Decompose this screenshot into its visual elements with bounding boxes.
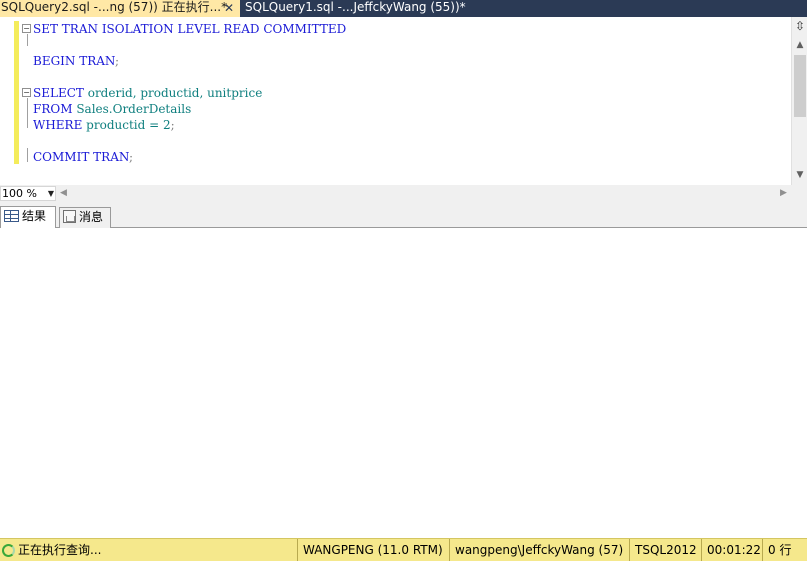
code-keyword: BEGIN TRAN <box>33 54 115 68</box>
code-punct: ; <box>170 118 175 132</box>
scroll-thumb[interactable] <box>794 55 806 117</box>
tab-results[interactable]: 结果 <box>0 206 56 228</box>
code-punct: ; <box>115 54 120 68</box>
results-pane[interactable] <box>0 229 807 538</box>
scroll-up-icon[interactable]: ▲ <box>794 39 806 51</box>
code-keyword: WHERE <box>33 118 83 132</box>
zoom-bar: 100 % ▼ ◀ ▶ <box>0 185 807 202</box>
tab-label: SQLQuery1.sql -...JeffckyWang (55))* <box>245 0 466 14</box>
code-line-9: COMMIT TRAN; <box>33 149 133 165</box>
query-editor[interactable]: − − SET TRAN ISOLATION LEVEL READ COMMIT… <box>0 17 807 185</box>
code-text: productid = 2 <box>82 118 171 132</box>
results-tabstrip: 结果 消息 <box>0 202 807 228</box>
code-keyword: SET TRAN ISOLATION LEVEL READ COMMITTED <box>33 22 347 36</box>
status-text: 正在执行查询... <box>18 543 102 557</box>
status-user: wangpeng\JeffckyWang (57) <box>449 539 629 561</box>
outline-line <box>27 148 28 162</box>
document-tabstrip: SQLQuery2.sql -...ng (57)) 正在执行...* ✕ SQ… <box>0 0 807 17</box>
editor-vertical-scrollbar[interactable]: ⇳ ▲ ▼ <box>791 17 807 185</box>
code-punct: ; <box>128 150 133 164</box>
outline-line <box>27 34 28 46</box>
split-icon[interactable]: ⇳ <box>794 20 806 34</box>
code-object: Sales.OrderDetails <box>72 102 192 116</box>
code-line-6: FROM Sales.OrderDetails <box>33 101 191 117</box>
close-icon[interactable]: ✕ <box>222 1 236 15</box>
outline-line <box>27 98 28 128</box>
code-text: orderid, productid, unitprice <box>83 86 263 100</box>
collapse-icon[interactable]: − <box>22 88 31 97</box>
code-keyword: FROM <box>33 102 73 116</box>
change-indicator-bar <box>14 21 19 164</box>
status-bar: 正在执行查询... WANGPENG (11.0 RTM) wangpeng\J… <box>0 538 807 561</box>
code-keyword: SELECT <box>33 86 84 100</box>
message-icon <box>63 210 76 223</box>
code-line-7: WHERE productid = 2; <box>33 117 175 133</box>
tab-messages-label: 消息 <box>79 210 104 224</box>
zoom-select[interactable]: 100 % ▼ <box>0 186 56 201</box>
code-line-5: SELECT orderid, productid, unitprice <box>33 85 262 101</box>
status-elapsed: 00:01:22 <box>701 539 762 561</box>
grid-icon <box>4 210 19 222</box>
tab-messages[interactable]: 消息 <box>59 207 111 228</box>
tab-sqlquery1[interactable]: SQLQuery1.sql -...JeffckyWang (55))* <box>241 0 541 17</box>
collapse-icon[interactable]: − <box>22 24 31 33</box>
scroll-down-icon[interactable]: ▼ <box>794 169 806 181</box>
tab-results-label: 结果 <box>22 209 47 223</box>
code-line-3: BEGIN TRAN; <box>33 53 119 69</box>
code-keyword: COMMIT TRAN <box>33 150 129 164</box>
status-rows: 0 行 <box>762 539 807 561</box>
spinner-icon <box>2 544 15 557</box>
zoom-value: 100 % <box>2 187 37 200</box>
code-line-1: SET TRAN ISOLATION LEVEL READ COMMITTED <box>33 21 346 37</box>
status-database: TSQL2012 <box>629 539 701 561</box>
status-server: WANGPENG (11.0 RTM) <box>297 539 449 561</box>
chevron-down-icon[interactable]: ▼ <box>48 187 54 200</box>
tab-label: SQLQuery2.sql -...ng (57)) 正在执行...* <box>1 0 228 14</box>
scroll-right-icon[interactable]: ▶ <box>780 188 787 198</box>
scroll-left-icon[interactable]: ◀ <box>60 188 67 198</box>
tab-sqlquery2[interactable]: SQLQuery2.sql -...ng (57)) 正在执行...* ✕ <box>0 0 240 17</box>
